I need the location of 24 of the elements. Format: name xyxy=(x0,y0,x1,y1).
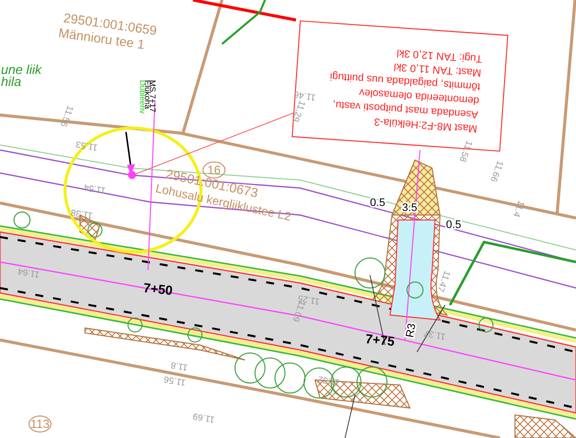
dimension-label: R3 xyxy=(404,322,418,339)
land-use-label: une liik xyxy=(1,62,42,77)
elevation-label: 11.64 xyxy=(17,266,40,280)
elevation-label: 11.8 xyxy=(170,360,188,373)
mast-label: Dubleeriv xyxy=(138,80,147,114)
elevation-label: 11.54 xyxy=(83,182,106,196)
elevation-label: 11.38 xyxy=(70,207,94,221)
station-label: 7+75 xyxy=(364,331,396,350)
elevation-label: 11.32 xyxy=(317,374,340,388)
elevation-label: 11.58 xyxy=(458,139,475,164)
elevation-label: 11.4 xyxy=(511,199,527,219)
elevation-label: 11.66 xyxy=(488,159,506,184)
land-use-label: hila xyxy=(1,74,22,89)
station-label: 7+50 xyxy=(142,280,174,298)
elevation-label: 11.47 xyxy=(436,269,453,294)
elevation-label: 11.53 xyxy=(75,139,98,153)
elevation-label: 11.56 xyxy=(58,104,76,128)
elevation-label: 11.69 xyxy=(192,411,216,425)
dimension-label: 0.5 xyxy=(370,197,386,209)
dimension-label: 0.5 xyxy=(446,219,462,231)
parcel-badge: 113 xyxy=(28,416,52,432)
elevation-label: 11.37 xyxy=(423,328,446,342)
callout-text: Mast M8-F2:Helküla-3 Asendada mast puitposti vastu, demonteerida olemasolev tõmmits, paigaldada uus puittugi Mast: TAN 11,0 3kl Tugi: TAN 12,0 3kl xyxy=(330,46,483,134)
elevation-label: 11.56 xyxy=(163,374,186,388)
